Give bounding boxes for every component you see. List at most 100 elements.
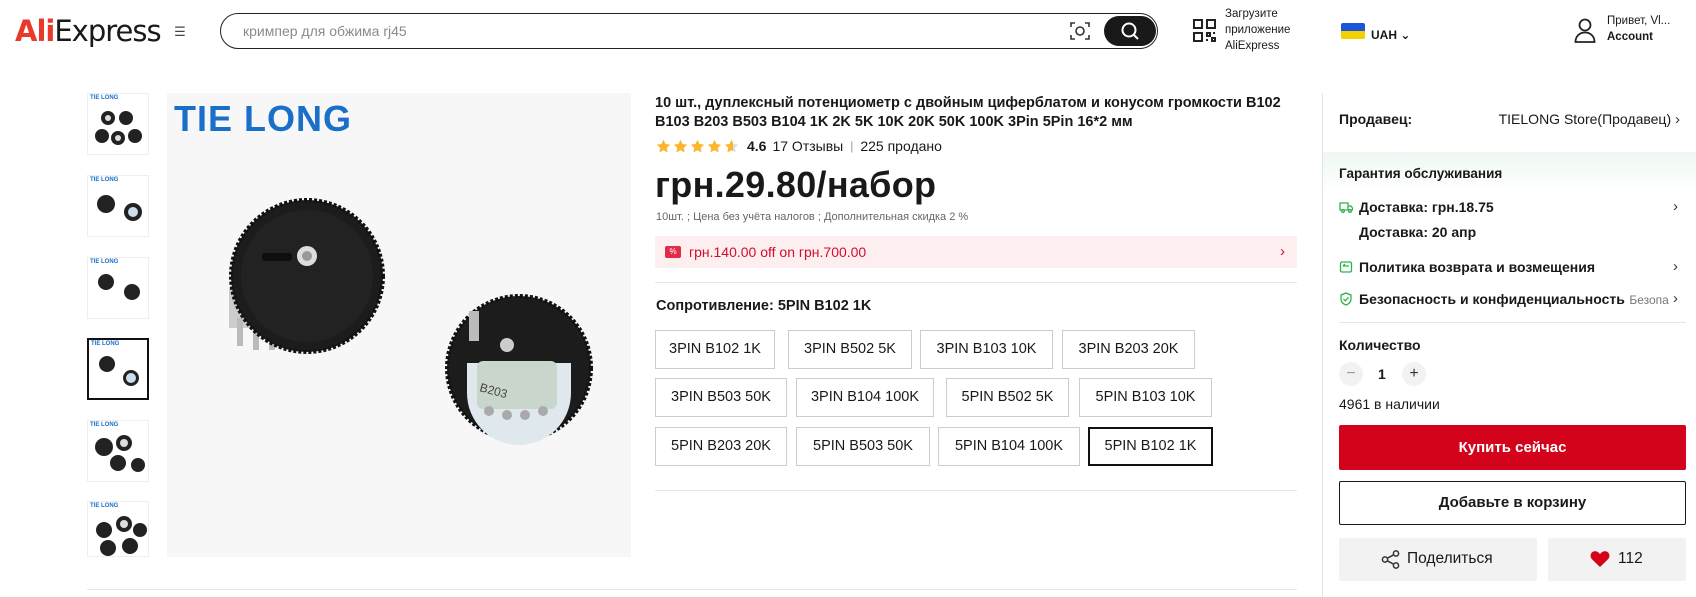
thumbnail[interactable]: TIE LONG [87, 175, 149, 237]
sold-count: 225 продано [860, 138, 942, 154]
chevron-right-icon: › [1675, 111, 1680, 128]
thumbnail-selected[interactable]: TIE LONG [87, 338, 149, 400]
variant-option[interactable]: 5PIN B502 5K [946, 378, 1069, 417]
add-to-cart-button[interactable]: Добавьте в корзину [1339, 481, 1686, 525]
separator: | [850, 139, 854, 153]
divider [655, 490, 1297, 491]
app-promo-line: Загрузите [1225, 8, 1278, 20]
account-menu[interactable]: Привет, Vl... Account [1607, 13, 1670, 45]
star-icon [656, 139, 671, 152]
variant-option[interactable]: 3PIN B103 10K [920, 330, 1053, 369]
buy-now-button[interactable]: Купить сейчас [1339, 425, 1686, 470]
thumbnail[interactable]: TIE LONG [87, 420, 149, 482]
thumbnail-brand: TIE LONG [90, 95, 119, 101]
menu-icon[interactable]: ☰ [172, 24, 188, 40]
rating-stars [656, 139, 739, 154]
reviews-link[interactable]: 17 Отзывы [772, 138, 843, 154]
thumbnail[interactable]: TIE LONG [87, 501, 149, 557]
product-image [97, 195, 142, 221]
price: грн.29.80/набор [655, 164, 937, 205]
chevron-right-icon[interactable]: › [1673, 258, 1678, 275]
divider [87, 589, 1297, 590]
aliexpress-logo[interactable]: AliExpress [15, 13, 162, 49]
wishlist-count: 112 [1618, 550, 1643, 567]
guarantee-header: Гарантия обслуживания [1323, 152, 1696, 192]
download-app-link[interactable]: Загрузите приложение AliExpress [1225, 6, 1315, 54]
product-title: 10 шт., дуплексный потенциометр с двойны… [655, 95, 1281, 130]
quantity-label: Количество [1339, 337, 1421, 353]
product-image [95, 111, 142, 145]
search-button[interactable] [1104, 15, 1156, 46]
rating-value: 4.6 [747, 138, 767, 154]
chevron-right-icon: › [1280, 243, 1285, 260]
security-subtitle: Безопа... [1629, 293, 1669, 307]
variant-label: Сопротивление: 5PIN B102 1K [656, 298, 872, 314]
thumbnail-brand: TIE LONG [90, 177, 119, 183]
ukraine-flag-icon[interactable] [1341, 23, 1365, 39]
variant-option[interactable]: 3PIN B503 50K [655, 378, 787, 417]
image-search-icon[interactable] [1069, 20, 1091, 42]
thumbnail-brand: TIE LONG [90, 422, 119, 428]
variant-option[interactable]: 3PIN B502 5K [788, 330, 912, 369]
variant-option[interactable]: 3PIN B104 100K [796, 378, 934, 417]
product-image [98, 274, 140, 300]
thumbnail[interactable]: TIE LONG [87, 257, 149, 319]
currency-selector[interactable]: UAH ⌄ [1371, 28, 1410, 42]
seller-name: TIELONG Store(Продавец) [1498, 111, 1672, 127]
quantity-decrease-button[interactable]: − [1339, 362, 1363, 386]
app-promo-line: приложение [1225, 24, 1291, 36]
guarantee-title: Гарантия обслуживания [1339, 166, 1503, 181]
main-product-image[interactable]: TIE LONG B203 [167, 93, 631, 557]
seller-link[interactable]: TIELONG Store(Продавец) › [1495, 111, 1680, 128]
seller-label: Продавец: [1339, 111, 1413, 127]
stock-count: 4961 в наличии [1339, 396, 1440, 412]
star-icon [724, 139, 739, 152]
variant-option[interactable]: 3PIN B203 20K [1062, 330, 1195, 369]
returns-link[interactable]: Политика возврата и возмещения [1359, 259, 1595, 275]
delivery-price: Доставка: грн.18.75 [1359, 199, 1494, 215]
variant-option[interactable]: 5PIN B503 50K [796, 427, 930, 466]
security-title: Безопасность и конфиденциальность [1359, 291, 1625, 307]
chevron-right-icon[interactable]: › [1673, 198, 1678, 215]
app-promo-line: AliExpress [1225, 40, 1280, 52]
price-note: 10шт. ; Цена без учёта налогов ; Дополни… [656, 211, 969, 223]
star-icon [673, 139, 688, 152]
share-button[interactable]: Поделиться [1339, 538, 1537, 581]
divider [1339, 322, 1686, 323]
delivery-date: Доставка: 20 апр [1359, 224, 1477, 240]
greeting-text: Привет, Vl... [1607, 15, 1671, 27]
variant-option[interactable]: 5PIN B103 10K [1079, 378, 1212, 417]
coupon-banner[interactable]: % грн.140.00 off on грн.700.00 › [655, 236, 1297, 268]
security-link[interactable]: Безопасность и конфиденциальность Безопа… [1359, 291, 1669, 309]
quantity-increase-button[interactable]: + [1402, 362, 1426, 386]
variant-option[interactable]: 5PIN B203 20K [655, 427, 787, 466]
share-label: Поделиться [1407, 550, 1493, 567]
variant-option[interactable]: 3PIN B102 1K [655, 330, 775, 369]
star-icon [690, 139, 705, 152]
star-icon [707, 139, 722, 152]
qr-code-icon[interactable] [1192, 18, 1217, 43]
search-input[interactable] [243, 21, 1043, 41]
thumbnail[interactable]: TIE LONG [87, 93, 149, 155]
user-icon[interactable] [1574, 17, 1596, 43]
chevron-right-icon[interactable]: › [1673, 290, 1678, 307]
currency-label: UAH [1371, 28, 1397, 42]
wishlist-button[interactable]: 112 [1548, 538, 1686, 581]
thumbnail-brand: TIE LONG [91, 341, 120, 347]
rating-row: 4.6 17 Отзывы | 225 продано [656, 137, 942, 155]
coupon-icon: % [665, 246, 681, 258]
truck-icon [1339, 202, 1353, 213]
search-icon [1121, 22, 1139, 40]
account-label: Account [1607, 31, 1653, 43]
thumbnail-brand: TIE LONG [90, 503, 119, 509]
chevron-down-icon: ⌄ [1400, 28, 1411, 42]
variant-option-selected[interactable]: 5PIN B102 1K [1088, 427, 1213, 466]
thumbnail-brand: TIE LONG [90, 259, 119, 265]
product-image [99, 356, 139, 386]
quantity-value[interactable]: 1 [1378, 366, 1386, 382]
variant-option[interactable]: 5PIN B104 100K [938, 427, 1080, 466]
divider [655, 282, 1297, 283]
product-image [95, 435, 145, 472]
shield-icon [1340, 292, 1352, 306]
share-icon [1381, 550, 1400, 569]
